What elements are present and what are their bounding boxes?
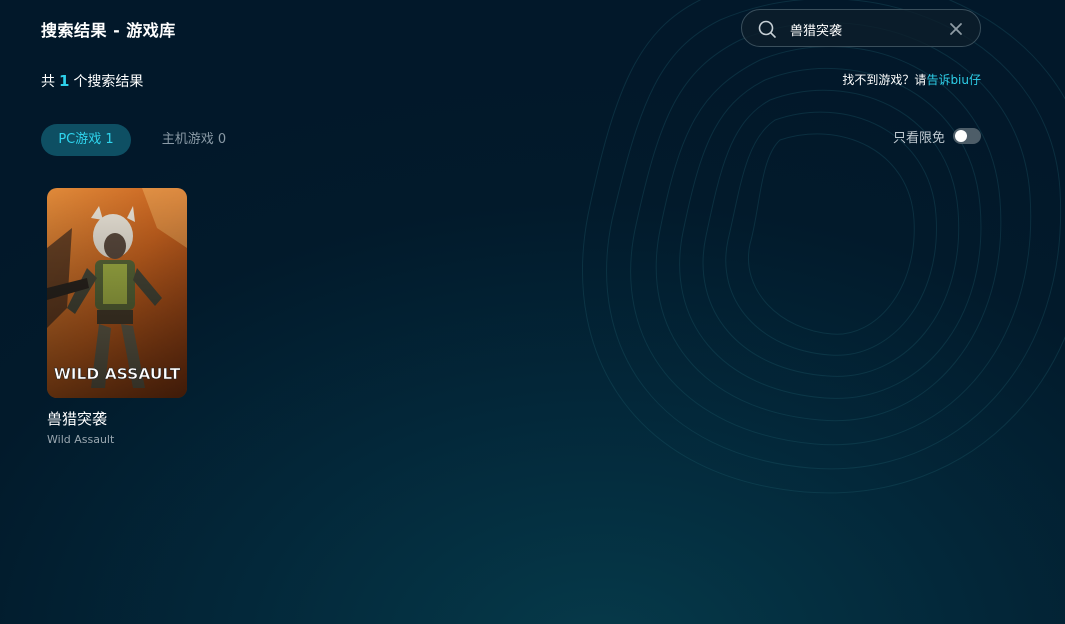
result-count-suffix: 个搜索结果 xyxy=(73,74,144,90)
game-card[interactable]: WILD ASSAULT 兽猎突袭 Wild Assault xyxy=(47,188,187,446)
result-count: 共 1 个搜索结果 xyxy=(41,71,143,91)
clear-search-icon[interactable] xyxy=(948,21,964,37)
report-link[interactable]: 告诉biu仔 xyxy=(926,73,981,87)
page-title: 搜索结果 - 游戏库 xyxy=(41,21,176,40)
search-box[interactable] xyxy=(741,9,981,47)
result-count-number: 1 xyxy=(59,72,70,90)
missing-game-hint: 找不到游戏？请告诉biu仔 xyxy=(842,71,981,88)
game-cover-image[interactable]: WILD ASSAULT xyxy=(47,188,187,398)
missing-game-text: 找不到游戏？请 xyxy=(842,73,927,87)
tab-console-games[interactable]: 主机游戏 0 xyxy=(150,124,238,156)
game-english-name: Wild Assault xyxy=(47,433,115,446)
free-only-toggle[interactable] xyxy=(953,128,981,144)
game-cover-title: WILD ASSAULT xyxy=(54,365,181,383)
toggle-knob xyxy=(955,130,967,142)
tab-pc-games[interactable]: PC游戏 1 xyxy=(41,124,131,156)
game-name: 兽猎突袭 xyxy=(47,410,108,428)
free-only-label: 只看限免 xyxy=(893,131,946,146)
search-icon xyxy=(758,20,776,38)
search-input[interactable] xyxy=(790,18,940,40)
result-count-prefix: 共 xyxy=(41,74,55,90)
